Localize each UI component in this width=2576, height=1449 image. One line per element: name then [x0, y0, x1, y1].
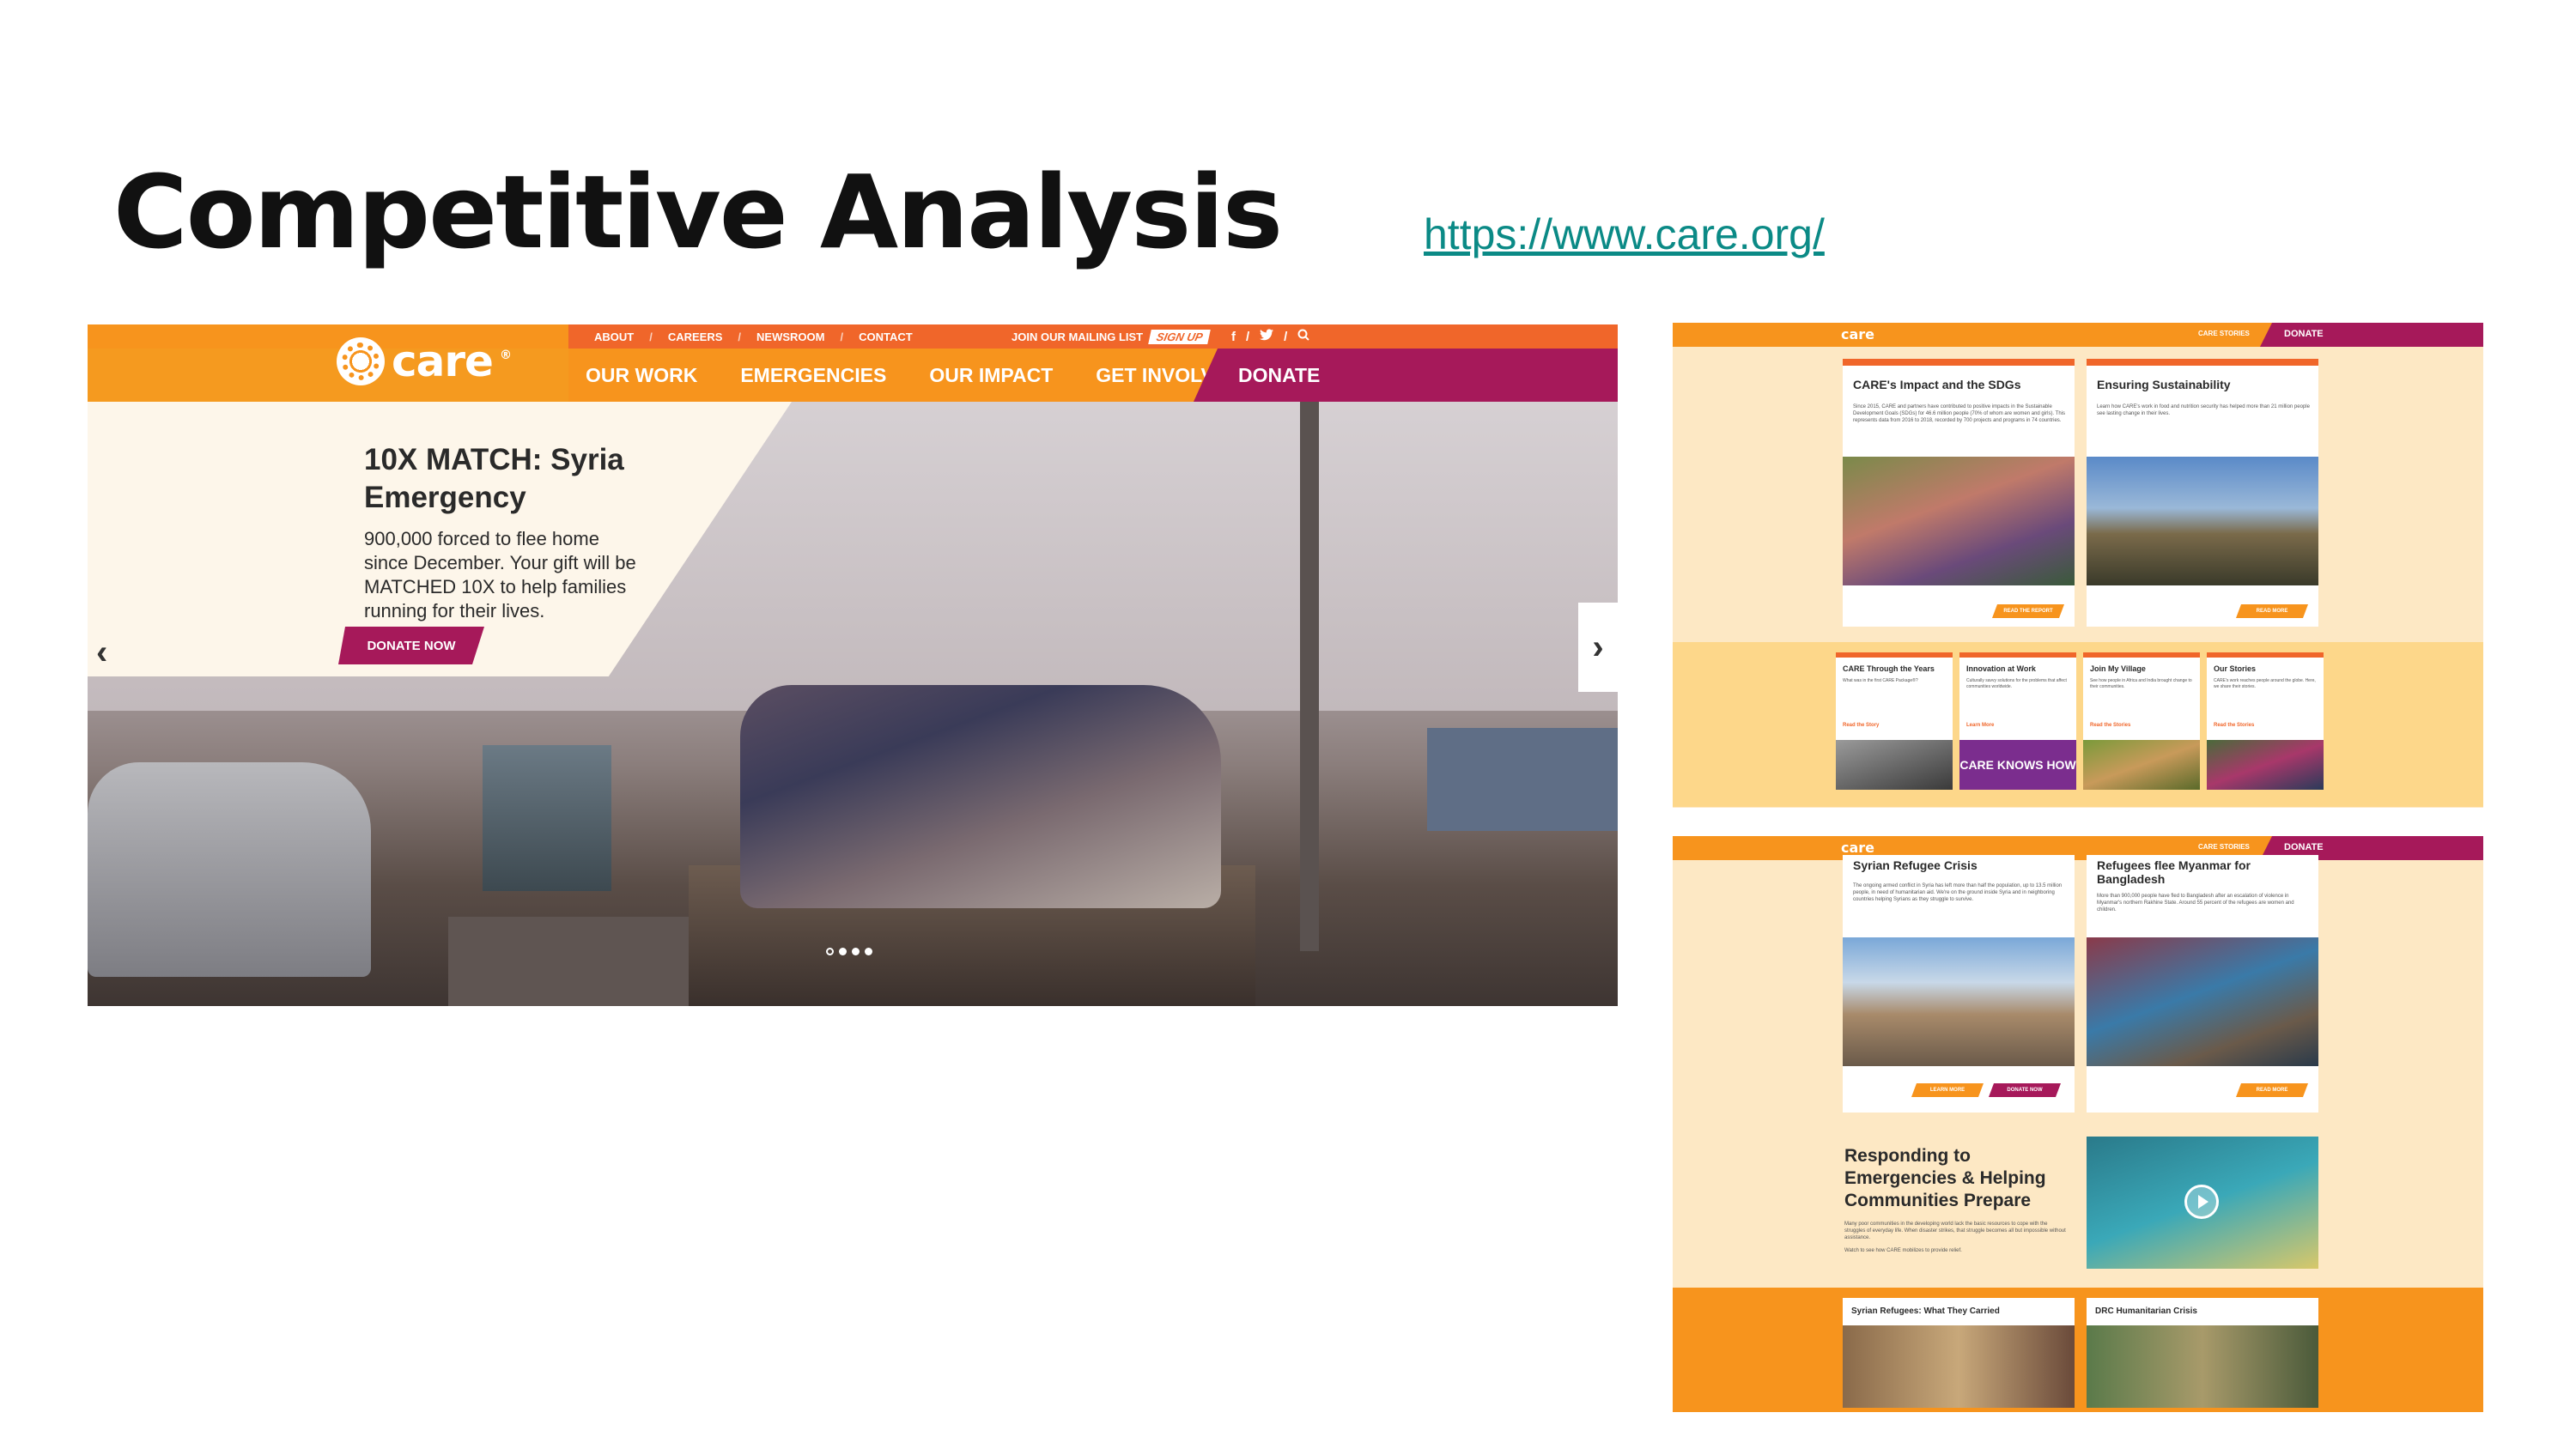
- utility-nav: ABOUT / CAREERS / NEWSROOM / CONTACT: [594, 330, 913, 343]
- mini-nav-link[interactable]: CARE STORIES: [2198, 843, 2250, 851]
- hero-body: 900,000 forced to flee home since Decemb…: [364, 528, 636, 621]
- nav-our-work[interactable]: OUR WORK: [586, 364, 697, 387]
- card-syrian-refugee: Syrian Refugee Crisis The ongoing armed …: [1843, 855, 2075, 1113]
- stories-band: CARE Through the Years What was in the f…: [1673, 642, 2483, 807]
- social-links: f / /: [1231, 324, 1310, 349]
- main-nav: OUR WORK EMERGENCIES OUR IMPACT GET INVO…: [586, 349, 1242, 402]
- video-card-syrian[interactable]: Syrian Refugees: What They Carried: [1843, 1298, 2075, 1408]
- carousel-dot[interactable]: [826, 948, 834, 955]
- util-nav-contact[interactable]: CONTACT: [859, 330, 913, 343]
- care-emergencies-screenshot: care CARE STORIES DONATE Syrian Refugee …: [1673, 836, 2483, 1412]
- care-logo[interactable]: care ®: [337, 336, 512, 386]
- small-card-our-stories: Our Stories CARE's work reaches people a…: [2207, 652, 2324, 790]
- card-title: Syrian Refugee Crisis: [1853, 858, 1978, 872]
- nav-emergencies[interactable]: EMERGENCIES: [740, 364, 886, 387]
- slide-title: Competitive Analysis: [113, 153, 1283, 271]
- small-card-through-years: CARE Through the Years What was in the f…: [1836, 652, 1953, 790]
- utility-bar: ABOUT / CAREERS / NEWSROOM / CONTACT JOI…: [88, 324, 1618, 349]
- donate-label: DONATE: [1238, 364, 1321, 386]
- play-icon[interactable]: [2184, 1185, 2219, 1219]
- feature-title: Responding to Emergencies & Helping Comm…: [1844, 1146, 2046, 1210]
- mini-donate-button[interactable]: DONATE: [2260, 323, 2483, 347]
- small-card-join-village: Join My Village See how people in Africa…: [2083, 652, 2200, 790]
- card-title: CARE's Impact and the SDGs: [1853, 378, 2021, 391]
- care-logo-mark-icon: [337, 337, 385, 385]
- small-card-innovation: Innovation at Work Culturally savvy solu…: [1959, 652, 2076, 790]
- card-title: Refugees flee Myanmar for Bangladesh: [2097, 858, 2251, 886]
- read-more-button[interactable]: READ MORE: [2236, 604, 2308, 618]
- card-image: [1843, 937, 2075, 1066]
- carousel-dots: [826, 948, 872, 955]
- mini-header: care CARE STORIES DONATE: [1673, 836, 2483, 860]
- mini-care-logo[interactable]: care: [1841, 840, 1874, 856]
- search-icon[interactable]: [1297, 329, 1310, 344]
- video-card-drc[interactable]: DRC Humanitarian Crisis: [2087, 1298, 2318, 1408]
- feature-video[interactable]: [2087, 1137, 2318, 1269]
- small-card-link[interactable]: Read the Stories: [2090, 723, 2130, 728]
- video-band: Syrian Refugees: What They Carried DRC H…: [1673, 1288, 2483, 1412]
- card-image: [2087, 457, 2318, 585]
- hero-carousel: 10X MATCH: Syria Emergency 900,000 force…: [88, 402, 1618, 1006]
- carousel-dot[interactable]: [865, 948, 872, 955]
- card-myanmar: Refugees flee Myanmar for Bangladesh Mor…: [2087, 855, 2318, 1113]
- card-title: Ensuring Sustainability: [2097, 378, 2231, 391]
- mini-care-logo[interactable]: care: [1841, 326, 1874, 343]
- small-card-link[interactable]: Read the Stories: [2214, 723, 2254, 728]
- donate-nav-button[interactable]: DONATE: [1194, 349, 1618, 402]
- card-sustainability: Ensuring Sustainability Learn how CARE's…: [2087, 359, 2318, 627]
- facebook-icon[interactable]: f: [1231, 330, 1236, 344]
- read-more-button[interactable]: READ MORE: [2236, 1083, 2308, 1097]
- video-card-title: Syrian Refugees: What They Carried: [1851, 1307, 2000, 1316]
- donate-now-button[interactable]: DONATE NOW: [1989, 1083, 2061, 1097]
- small-card-link[interactable]: Read the Story: [1843, 723, 1879, 728]
- carousel-next-icon[interactable]: ›: [1578, 603, 1618, 692]
- read-report-button[interactable]: READ THE REPORT: [1992, 604, 2064, 618]
- main-nav-bar: care ® OUR WORK EMERGENCIES OUR IMPACT G…: [88, 336, 1618, 402]
- util-nav-about[interactable]: ABOUT: [594, 330, 634, 343]
- card-body: The ongoing armed conflict in Syria has …: [1853, 883, 2063, 902]
- care-knows-how-badge: CARE KNOWS HOW: [1959, 740, 2076, 790]
- donate-now-button[interactable]: DONATE NOW: [338, 627, 484, 664]
- hero-headline: 10X MATCH: Syria Emergency: [364, 443, 624, 514]
- carousel-prev-icon[interactable]: ‹: [96, 634, 107, 672]
- feature-body: Many poor communities in the developing …: [1844, 1222, 2066, 1240]
- twitter-icon[interactable]: [1260, 329, 1274, 344]
- util-nav-newsroom[interactable]: NEWSROOM: [756, 330, 824, 343]
- card-sdgs: CARE's Impact and the SDGs Since 2015, C…: [1843, 359, 2075, 627]
- care-url-link[interactable]: https://www.care.org/: [1424, 209, 1825, 259]
- carousel-dot[interactable]: [852, 948, 860, 955]
- signup-button[interactable]: SIGN UP: [1148, 329, 1212, 344]
- carousel-dot[interactable]: [839, 948, 847, 955]
- mailing-list-label: JOIN OUR MAILING LIST: [1012, 330, 1144, 343]
- util-nav-careers[interactable]: CAREERS: [668, 330, 723, 343]
- learn-more-button[interactable]: LEARN MORE: [1911, 1083, 1984, 1097]
- video-card-title: DRC Humanitarian Crisis: [2095, 1307, 2197, 1316]
- card-image: [1843, 457, 2075, 585]
- care-homepage-screenshot: ABOUT / CAREERS / NEWSROOM / CONTACT JOI…: [88, 324, 1618, 1006]
- card-body: Learn how CARE's work in food and nutrit…: [2097, 404, 2310, 416]
- mini-header: care CARE STORIES DONATE: [1673, 323, 2483, 347]
- care-impact-screenshot: care CARE STORIES DONATE CARE's Impact a…: [1673, 323, 2483, 808]
- card-body: Since 2015, CARE and partners have contr…: [1853, 404, 2065, 423]
- feature-watch-text: Watch to see how CARE mobilizes to provi…: [1844, 1248, 1962, 1253]
- nav-our-impact[interactable]: OUR IMPACT: [929, 364, 1053, 387]
- care-logo-text: care: [392, 336, 494, 386]
- small-card-link[interactable]: Learn More: [1966, 723, 1994, 728]
- mini-nav-link[interactable]: CARE STORIES: [2198, 330, 2250, 337]
- mailing-list: JOIN OUR MAILING LIST SIGN UP: [1012, 324, 1212, 349]
- card-image: [2087, 937, 2318, 1066]
- card-body: More than 900,000 people have fled to Ba…: [2097, 894, 2294, 912]
